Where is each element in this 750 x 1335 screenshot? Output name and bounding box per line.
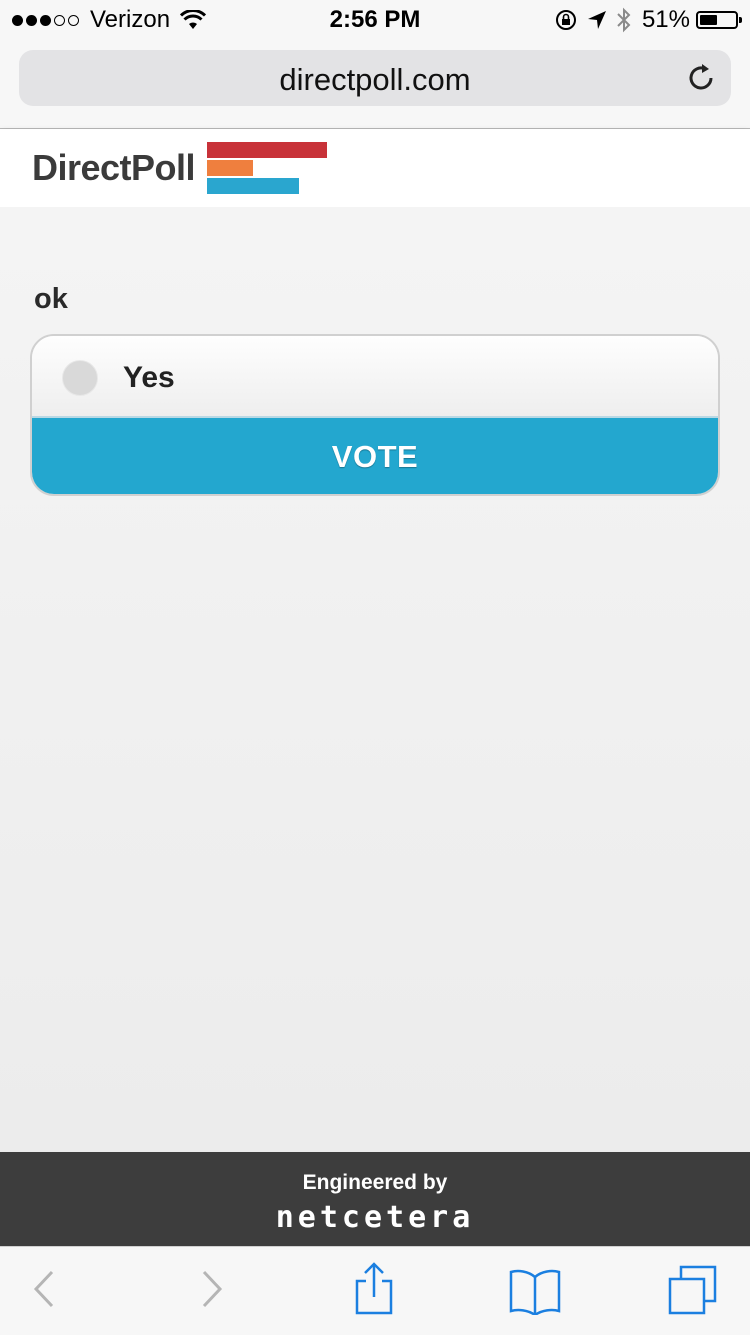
- forward-icon[interactable]: [198, 1267, 226, 1311]
- reload-icon[interactable]: [685, 62, 717, 94]
- address-bar-url[interactable]: directpoll.com: [19, 62, 731, 98]
- site-logo-text[interactable]: DirectPoll: [32, 147, 196, 189]
- logo-bar-orange: [207, 160, 253, 176]
- footer-brand-logo[interactable]: netcetera: [0, 1200, 750, 1235]
- tabs-icon[interactable]: [666, 1265, 720, 1317]
- site-logo-bars: [207, 142, 327, 196]
- address-bar[interactable]: directpoll.com: [19, 50, 731, 106]
- status-bar: Verizon 2:56 PM 51%: [0, 0, 750, 40]
- logo-bar-blue: [207, 178, 299, 194]
- poll-question: ok: [34, 283, 68, 315]
- radio-button[interactable]: [62, 360, 98, 396]
- site-footer: Engineered by netcetera: [0, 1152, 750, 1246]
- location-icon: [587, 11, 606, 29]
- vote-button[interactable]: VOTE: [32, 418, 718, 494]
- poll-option-label: Yes: [123, 361, 175, 394]
- browser-address-area: directpoll.com: [0, 40, 750, 129]
- battery-icon: [696, 11, 742, 29]
- poll-card: Yes VOTE: [30, 334, 720, 496]
- poll-content: ok Yes VOTE: [0, 207, 750, 1152]
- status-bar-right: 51%: [546, 6, 742, 34]
- site-header: DirectPoll: [0, 129, 750, 207]
- back-icon[interactable]: [30, 1267, 58, 1311]
- bluetooth-icon: [617, 7, 631, 33]
- bookmarks-icon[interactable]: [508, 1267, 562, 1315]
- logo-bar-red: [207, 142, 327, 158]
- orientation-lock-icon: [555, 10, 576, 30]
- poll-option-yes[interactable]: Yes: [32, 336, 718, 418]
- footer-engineered-by: Engineered by: [302, 1171, 448, 1194]
- browser-toolbar: [0, 1246, 750, 1335]
- battery-percent: 51%: [641, 6, 690, 33]
- share-icon[interactable]: [352, 1261, 396, 1317]
